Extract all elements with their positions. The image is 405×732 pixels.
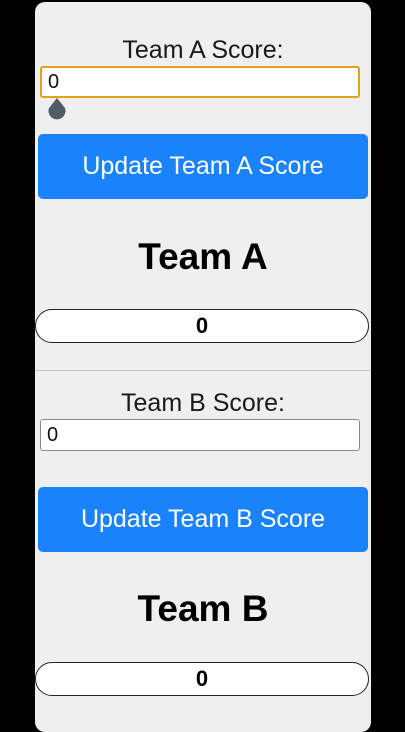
section-divider (35, 370, 371, 371)
scoreboard-card: Team A Score: Update Team A Score Team A… (35, 2, 371, 732)
team-a-score-label: Team A Score: (122, 36, 284, 64)
team-a-score-display: 0 (35, 309, 369, 343)
team-b-name: Team B (137, 588, 269, 629)
team-a-score-input[interactable] (40, 66, 360, 98)
team-b-score-input[interactable] (40, 419, 360, 451)
team-a-name: Team A (138, 236, 268, 277)
team-b-score-display: 0 (35, 662, 369, 696)
text-cursor-handle-icon[interactable] (47, 98, 67, 120)
update-team-a-button[interactable]: Update Team A Score (38, 134, 368, 199)
update-team-b-button[interactable]: Update Team B Score (38, 487, 368, 552)
team-b-score-label: Team B Score: (121, 389, 285, 417)
